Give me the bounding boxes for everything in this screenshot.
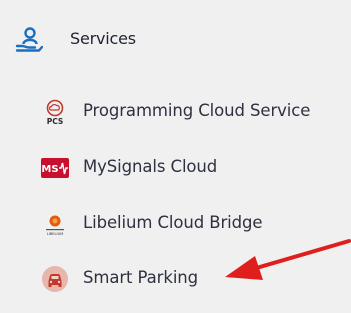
- mysignals-logo-icon: MS: [41, 158, 69, 178]
- sidebar-item-label: Programming Cloud Service: [83, 101, 311, 120]
- services-hand-user-icon: [15, 27, 43, 52]
- car-icon: [42, 266, 68, 292]
- sidebar-item-label: Smart Parking: [83, 268, 199, 287]
- sidebar-item-label: MySignals Cloud: [83, 157, 218, 176]
- red-arrow-pointer: [225, 239, 351, 280]
- libelium-logo-icon: LIBELIUM: [46, 215, 64, 236]
- svg-text:LIBELIUM: LIBELIUM: [47, 232, 64, 236]
- services-label: Services: [70, 29, 136, 48]
- pcs-cloud-icon: PCS: [46, 99, 64, 126]
- svg-text:MS: MS: [41, 164, 58, 175]
- sidebar-item-mysignals-cloud[interactable]: MS MySignals Cloud: [0, 146, 351, 190]
- svg-text:PCS: PCS: [47, 117, 64, 126]
- sidebar-item-label: Libelium Cloud Bridge: [83, 213, 263, 232]
- sidebar-item-programming-cloud-service[interactable]: PCS Programming Cloud Service: [0, 90, 351, 134]
- services-section-header[interactable]: Services: [0, 12, 351, 68]
